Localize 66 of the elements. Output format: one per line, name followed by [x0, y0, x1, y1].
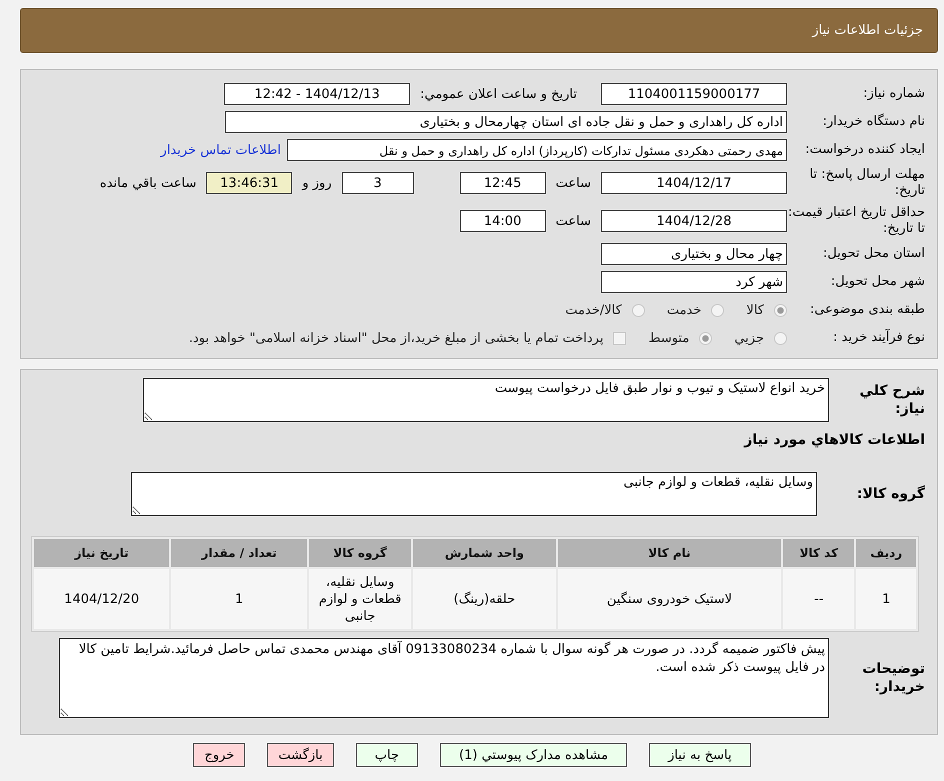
- header-title: جزئیات اطلاعات نیاز: [812, 23, 923, 38]
- text-field[interactable]: 12:45: [460, 172, 546, 194]
- field-label: روز و: [300, 176, 333, 190]
- table-cell: حلقه(رینگ): [413, 569, 556, 629]
- text-field[interactable]: 14:00: [460, 210, 546, 232]
- text-field[interactable]: 1404/12/13 - 12:42: [224, 83, 410, 105]
- option-label: جزيي: [734, 330, 764, 346]
- action-button[interactable]: مشاهده مدارک پیوستي (1): [440, 743, 628, 767]
- action-button[interactable]: چاپ: [356, 743, 418, 767]
- notes-field[interactable]: پیش فاکتور ضمیمه گردد. در صورت هر گونه سوال با شماره 09133080234 آقای مهندس محمدی تماس حاصل فرمائید.شرایط تامین کالا در فایل پیوست ذکر شده است.: [59, 638, 829, 718]
- text-field[interactable]: اداره کل راهداری و حمل و نقل جاده ای استان چهارمحال و بختیاری: [225, 111, 787, 133]
- field-label: ساعت باقي مانده: [98, 176, 198, 190]
- field-label: ساعت: [554, 214, 592, 228]
- column-header: رديف: [856, 539, 916, 567]
- text-field[interactable]: شهر کرد: [601, 271, 787, 293]
- text-field[interactable]: 3: [342, 172, 414, 194]
- option-label: کالا: [746, 302, 764, 318]
- column-header: کد کالا: [783, 539, 854, 567]
- text-field[interactable]: 1104001159000177: [601, 83, 787, 105]
- column-header: تعداد / مقدار: [171, 539, 308, 567]
- field-label: توضيحات خريدار:: [861, 660, 926, 696]
- field-label: استان محل تحویل:: [822, 246, 926, 262]
- table-cell: 1404/12/20: [34, 569, 170, 629]
- table-cell: --: [783, 569, 854, 629]
- text-field[interactable]: 1404/12/17: [601, 172, 787, 194]
- radio-button[interactable]: [774, 304, 787, 316]
- field-label: شرح کلي نياز:: [858, 382, 926, 418]
- table-cell: 1: [856, 569, 916, 629]
- field-label: شماره نیاز:: [862, 86, 926, 102]
- field-label: نام دستگاه خريدار:: [822, 114, 926, 130]
- table-cell: 1: [171, 569, 308, 629]
- field-label: طبقه بندی موضوعی:: [808, 302, 926, 318]
- action-button[interactable]: پاسخ به نیاز: [649, 743, 751, 767]
- text-field[interactable]: 1404/12/28: [601, 210, 787, 232]
- field-label: مهلت ارسال پاسخ: تا تاریخ:: [808, 167, 926, 199]
- text-field[interactable]: مهدی رحمتی دهکردی مسئول تدارکات (کارپرداز) اداره کل راهداری و حمل و نقل: [287, 139, 787, 161]
- option-label: پرداخت تمام یا بخشی از مبلغ خرید،از محل "اسناد خزانه اسلامی" خواهد بود.: [188, 330, 604, 346]
- field-label: نوع فرآیند خرید :: [832, 330, 926, 346]
- radio-button[interactable]: [711, 304, 724, 316]
- field-label: حداقل تاریخ اعتبار قیمت: تا تاریخ:: [787, 205, 926, 237]
- column-header: گروه کالا: [309, 539, 412, 567]
- column-header: واحد شمارش: [413, 539, 556, 567]
- radio-button[interactable]: [774, 332, 787, 344]
- goods-group-field[interactable]: وسایل نقلیه، قطعات و لوازم جانبی: [131, 472, 817, 516]
- field-label: ساعت: [554, 176, 592, 190]
- checkbox[interactable]: [613, 332, 626, 344]
- field-label: شهر محل تحویل:: [830, 274, 926, 290]
- contact-link[interactable]: اطلاعات تماس خریدار: [160, 142, 281, 158]
- radio-button[interactable]: [632, 304, 645, 316]
- option-label: خدمت: [666, 302, 702, 318]
- text-field[interactable]: چهار محال و بختیاری: [601, 243, 787, 265]
- column-header: تاريخ نياز: [34, 539, 170, 567]
- field-label: ایجاد کننده درخواست:: [804, 142, 926, 158]
- table-cell: وسایل نقلیه، قطعات و لوازم جانبی: [309, 569, 412, 629]
- field-label: گروه کالا:: [856, 485, 926, 503]
- action-button[interactable]: بازگشت: [267, 743, 334, 767]
- field-label: تاريخ و ساعت اعلان عمومي:: [419, 86, 578, 102]
- radio-button[interactable]: [699, 332, 712, 344]
- description-field[interactable]: خرید انواع لاستیک و تیوب و نوار طبق فایل درخواست پیوست: [143, 378, 829, 422]
- column-header: نام کالا: [558, 539, 782, 567]
- action-button[interactable]: خروج: [193, 743, 246, 767]
- table-cell: لاستیک خودروی سنگین: [558, 569, 782, 629]
- section-title: اطلاعات کالاهاي مورد نياز: [742, 431, 926, 450]
- countdown-timer[interactable]: 13:46:31: [206, 172, 292, 194]
- option-label: متوسط: [648, 330, 690, 346]
- option-label: کالا/خدمت: [565, 302, 622, 318]
